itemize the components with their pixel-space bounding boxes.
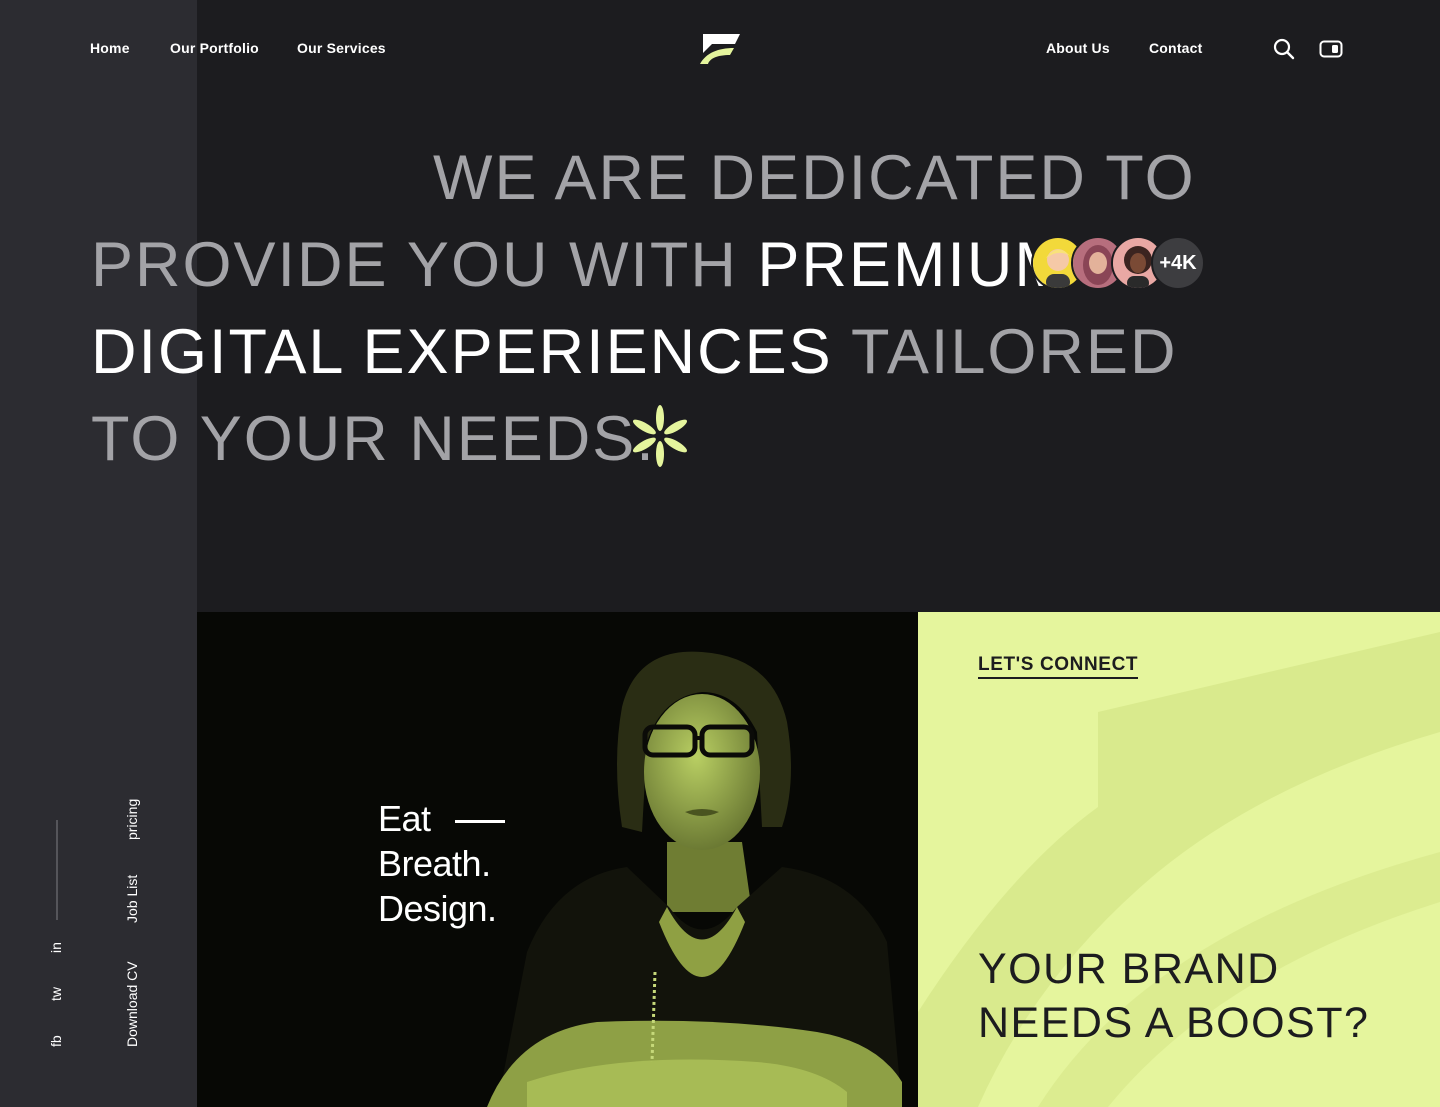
sidebar-link-download-cv[interactable]: Download CV — [124, 961, 140, 1047]
hero-line-2-highlight: PREMIUM — [757, 230, 1069, 300]
social-divider — [56, 820, 58, 920]
nav-services[interactable]: Our Services — [297, 40, 386, 56]
social-link-facebook[interactable]: fb — [48, 1035, 64, 1047]
nav-home[interactable]: Home — [90, 40, 130, 56]
nav-about[interactable]: About Us — [1046, 40, 1110, 56]
tagline-dash — [454, 819, 505, 823]
f-swoosh-logo[interactable] — [700, 33, 740, 65]
hero-headline: WE ARE DEDICATED TO PROVIDE YOU WITH PRE… — [91, 135, 1291, 483]
lets-connect-link[interactable]: LET'S CONNECT — [978, 654, 1139, 679]
toggle-icon[interactable] — [1319, 37, 1343, 61]
tagline-line-2: Breath. — [378, 843, 491, 884]
tagline-line-1: Eat — [378, 796, 505, 841]
hero-line-3-highlight: DIGITAL EXPERIENCES — [91, 317, 833, 387]
hero-line-4: TO YOUR NEEDS. — [91, 404, 656, 474]
cta-title-line-1: YOUR BRAND — [978, 945, 1280, 993]
hero-line-3-gray: TAILORED — [832, 317, 1178, 387]
portrait-photo — [197, 612, 918, 1107]
asterisk-icon — [632, 405, 688, 467]
nav-contact[interactable]: Contact — [1149, 40, 1203, 56]
sidebar-link-job-list[interactable]: Job List — [124, 875, 140, 923]
avatar-count-badge: +4K — [1151, 236, 1205, 290]
cta-title-line-2: NEEDS A BOOST? — [978, 999, 1370, 1047]
social-link-twitter[interactable]: tw — [48, 987, 64, 1001]
nav-portfolio[interactable]: Our Portfolio — [170, 40, 259, 56]
sidebar-link-pricing[interactable]: pricing — [124, 799, 140, 840]
portrait-illustration — [487, 651, 902, 1107]
cta-title: YOUR BRAND NEEDS A BOOST? — [978, 942, 1369, 1050]
hero-line-2-gray: PROVIDE YOU WITH — [91, 230, 758, 300]
photo-tagline: Eat Breath. Design. — [378, 796, 505, 931]
hero-line-3: DIGITAL EXPERIENCES TAILORED — [91, 309, 1291, 396]
hero-line-1: WE ARE DEDICATED TO — [433, 143, 1196, 213]
search-icon[interactable] — [1272, 37, 1296, 61]
social-link-linkedin[interactable]: in — [48, 942, 64, 953]
tagline-line-3: Design. — [378, 888, 497, 929]
tagline-word-eat: Eat — [378, 798, 431, 839]
cta-panel: LET'S CONNECT YOUR BRAND NEEDS A BOOST? — [918, 612, 1440, 1107]
